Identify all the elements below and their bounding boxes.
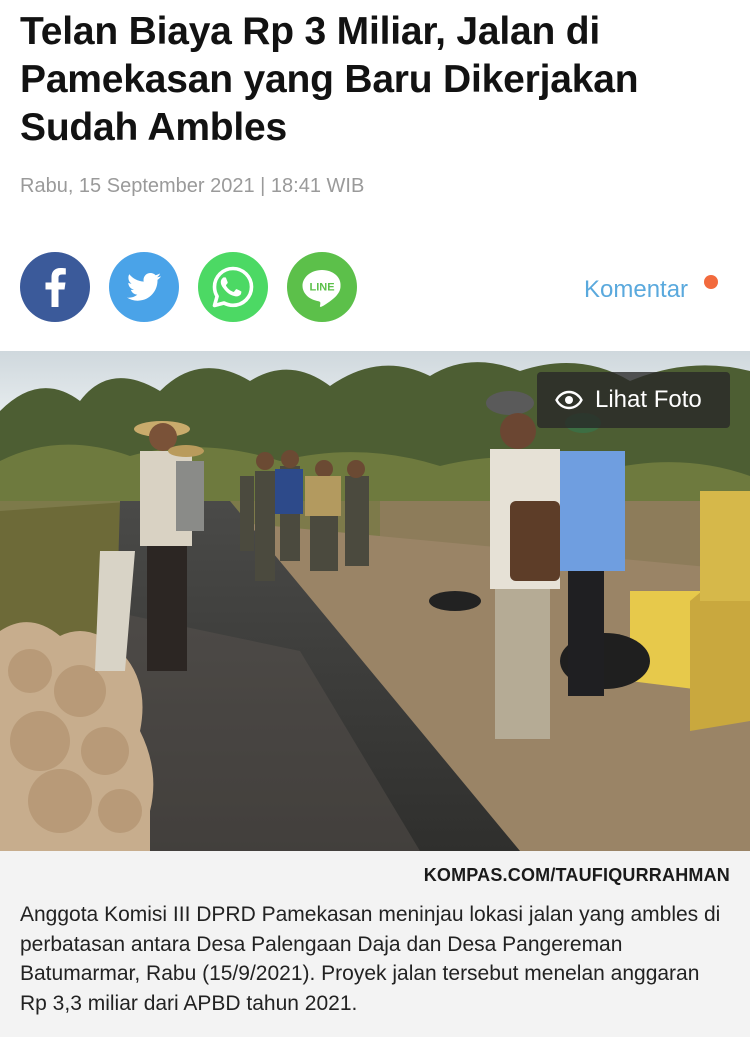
facebook-icon — [45, 268, 66, 307]
share-facebook-button[interactable] — [20, 252, 90, 322]
eye-icon — [555, 390, 583, 410]
photo-credit: KOMPAS.COM/TAUFIQURRAHMAN — [423, 865, 730, 885]
twitter-icon — [126, 273, 161, 301]
line-icon: LINE — [302, 270, 341, 307]
comment-notification-dot — [704, 275, 718, 289]
share-whatsapp-button[interactable] — [198, 252, 268, 322]
whatsapp-icon — [212, 266, 254, 308]
view-photo-button[interactable]: Lihat Foto — [537, 372, 730, 428]
line-icon-text: LINE — [309, 282, 334, 294]
photo-caption-box: KOMPAS.COM/TAUFIQURRAHMAN Anggota Komisi… — [0, 851, 750, 1037]
share-line-button[interactable]: LINE — [287, 252, 357, 322]
view-photo-label: Lihat Foto — [595, 386, 702, 413]
photo-caption: Anggota Komisi III DPRD Pamekasan meninj… — [20, 903, 721, 1015]
share-buttons: LINE — [20, 252, 357, 322]
article-headline: Telan Biaya Rp 3 Miliar, Jalan di Pameka… — [20, 10, 639, 149]
article-date: Rabu, 15 September 2021 | 18:41 WIB — [20, 175, 365, 197]
share-twitter-button[interactable] — [109, 252, 179, 322]
comment-link[interactable]: Komentar — [584, 276, 688, 304]
